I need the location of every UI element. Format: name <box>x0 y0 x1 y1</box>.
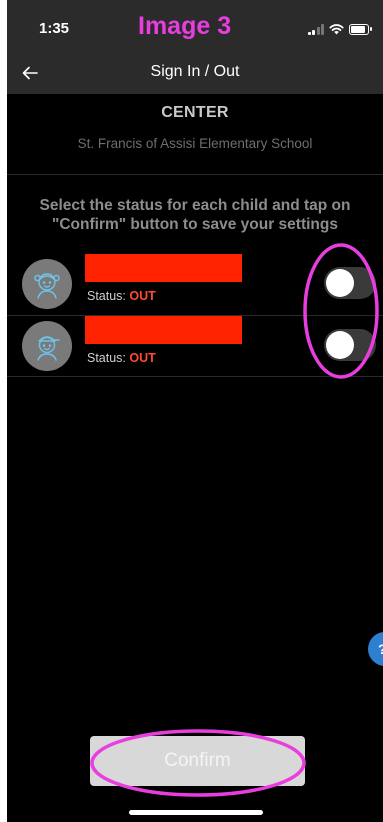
status-value: OUT <box>129 351 156 365</box>
phone-screen: 1:35 Sign In / Out CENTER St. Francis of… <box>7 0 383 822</box>
confirm-button[interactable]: Confirm <box>90 736 305 786</box>
status-time: 1:35 <box>39 20 70 37</box>
child-name-redacted <box>85 316 242 344</box>
toggle-knob <box>326 331 354 359</box>
status-value: OUT <box>129 289 156 303</box>
divider <box>7 376 383 377</box>
status-label: Status: <box>87 351 126 365</box>
child-avatar <box>22 259 72 309</box>
battery-icon <box>349 24 372 35</box>
divider <box>7 174 383 175</box>
child-avatar <box>22 321 72 371</box>
wifi-icon <box>329 24 344 35</box>
child-row: Status: OUT <box>7 316 383 376</box>
home-indicator <box>129 810 263 815</box>
toggle-knob <box>326 269 354 297</box>
status-icons <box>307 21 372 35</box>
child-row: Status: OUT <box>7 254 383 314</box>
boy-avatar-icon <box>37 336 60 361</box>
help-button[interactable]: ? <box>368 632 383 666</box>
sign-in-toggle[interactable] <box>324 267 376 299</box>
child-name-redacted <box>85 254 242 282</box>
nav-bar: Sign In / Out <box>7 52 383 94</box>
page-title: Sign In / Out <box>150 63 240 80</box>
child-status: Status: OUT <box>87 351 156 365</box>
status-label: Status: <box>87 289 126 303</box>
girl-avatar-icon <box>34 273 60 299</box>
instruction-text: Select the status for each child and tap… <box>39 197 351 233</box>
center-name: St. Francis of Assisi Elementary School <box>77 136 313 151</box>
signal-icon <box>307 24 324 35</box>
center-label: CENTER <box>161 104 229 121</box>
child-status: Status: OUT <box>87 289 156 303</box>
sign-in-toggle[interactable] <box>324 329 376 361</box>
overlay-image-label: Image 3 <box>138 12 232 40</box>
